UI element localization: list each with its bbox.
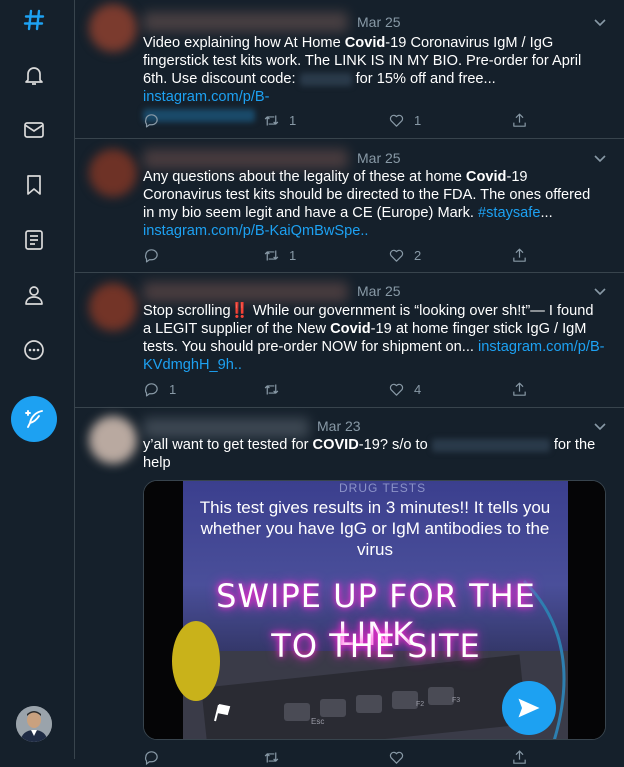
retweet-icon <box>264 250 279 260</box>
tweet-actions: 1 4 <box>143 379 563 399</box>
author-name[interactable] <box>143 149 348 169</box>
heart-icon <box>389 383 404 396</box>
like-button[interactable]: 4 <box>388 379 421 399</box>
share-icon <box>513 749 526 764</box>
chevron-down-icon[interactable] <box>592 418 608 434</box>
like-button[interactable]: 2 <box>388 245 421 265</box>
like-count: 2 <box>414 247 422 263</box>
avatar[interactable] <box>89 283 137 331</box>
flag-icon <box>214 704 231 722</box>
share-icon <box>513 113 526 127</box>
avatar[interactable] <box>89 4 137 52</box>
retweet-count: 1 <box>289 112 297 128</box>
reply-button[interactable]: 1 <box>143 379 176 399</box>
share-icon <box>513 382 526 396</box>
share-button[interactable] <box>511 747 528 767</box>
compose-button[interactable] <box>11 396 57 442</box>
retweet-count: 1 <box>289 247 297 263</box>
share-button[interactable] <box>511 245 528 265</box>
reply-icon <box>144 750 158 765</box>
heart-icon <box>389 114 404 127</box>
reply-count: 1 <box>169 381 177 397</box>
list-icon[interactable] <box>19 225 49 255</box>
author-name[interactable] <box>143 418 309 438</box>
tweet-text: Any questions about the legality of thes… <box>143 169 591 239</box>
retweet-button[interactable] <box>263 379 280 399</box>
reply-button[interactable] <box>143 747 160 767</box>
tweet-actions: 1 1 <box>143 110 563 130</box>
tweet-date[interactable]: Mar 25 <box>357 283 401 299</box>
like-button[interactable] <box>388 747 405 767</box>
send-button[interactable] <box>502 681 556 735</box>
chevron-down-icon[interactable] <box>592 150 608 166</box>
key-f2-label: F2 <box>416 701 425 708</box>
bookmark-icon[interactable] <box>19 170 49 200</box>
heart-icon <box>389 249 404 262</box>
tweet-text: y’all want to get tested for COVID-19? s… <box>143 437 596 471</box>
retweet-button[interactable]: 1 <box>263 245 296 265</box>
tweet-link[interactable]: instagram.com/p/B-KaiQmBwSpe.. <box>143 223 368 239</box>
video-caption: This test gives results in 3 minutes!! I… <box>199 498 551 559</box>
bell-icon[interactable] <box>19 60 49 90</box>
double-exclamation-emoji: ‼️ <box>230 303 249 319</box>
avatar[interactable] <box>89 416 137 464</box>
tweet[interactable]: Mar 25 Stop scrolling‼️ While our govern… <box>75 273 624 408</box>
retweet-icon <box>264 115 279 125</box>
hashtag-link[interactable]: #staysafe <box>478 205 540 221</box>
mentioned-user[interactable] <box>431 438 550 452</box>
heart-icon <box>389 751 404 764</box>
author-name[interactable] <box>143 282 348 302</box>
video-overlay: DRUG TESTS This test gives results in 3 … <box>144 481 605 739</box>
timeline: Mar 25 Video explaining how At Home Covi… <box>75 0 624 765</box>
tweet[interactable]: Mar 25 Any questions about the legality … <box>75 139 624 273</box>
like-count: 4 <box>414 381 422 397</box>
mail-icon[interactable] <box>19 115 49 145</box>
tweet[interactable]: Mar 25 Video explaining how At Home Covi… <box>75 0 624 139</box>
account-avatar[interactable] <box>16 706 52 742</box>
tweet-date[interactable]: Mar 25 <box>357 150 401 166</box>
hashtag-icon[interactable] <box>19 5 49 35</box>
like-button[interactable]: 1 <box>388 110 421 130</box>
chevron-down-icon[interactable] <box>592 14 608 30</box>
sign-text: DRUG TESTS <box>339 481 427 495</box>
tweet-date[interactable]: Mar 23 <box>317 418 361 434</box>
more-icon[interactable] <box>19 335 49 365</box>
reply-button[interactable] <box>143 245 160 265</box>
tweet-media-video[interactable]: DRUG TESTS This test gives results in 3 … <box>143 480 606 740</box>
retweet-icon <box>264 752 279 762</box>
reply-icon <box>144 382 158 396</box>
sidebar-nav <box>0 0 75 759</box>
profile-icon[interactable] <box>19 280 49 310</box>
tweet-text: Stop scrolling‼️ While our government is… <box>143 303 605 373</box>
key-f3-label: F3 <box>452 697 461 704</box>
paper-plane-icon <box>518 698 540 718</box>
neon-text-line2: TO THE SITE <box>271 627 481 665</box>
tweet-actions <box>143 747 563 767</box>
like-count: 1 <box>414 112 422 128</box>
reply-icon <box>144 113 158 127</box>
author-name[interactable] <box>143 12 348 32</box>
reply-button[interactable] <box>143 110 160 130</box>
tweet-date[interactable]: Mar 25 <box>357 14 401 30</box>
share-button[interactable] <box>511 110 528 130</box>
compose-icon <box>25 410 43 428</box>
retweet-button[interactable]: 1 <box>263 110 296 130</box>
key-esc-label: Esc <box>311 717 325 726</box>
tweet-link[interactable]: instagram.com/p/B- <box>143 89 270 105</box>
retweet-button[interactable] <box>263 747 280 767</box>
share-button[interactable] <box>511 379 528 399</box>
tweet-actions: 1 2 <box>143 245 563 265</box>
reply-icon <box>144 248 158 262</box>
avatar[interactable] <box>89 149 137 197</box>
share-icon <box>513 248 526 262</box>
retweet-icon <box>264 384 279 394</box>
chevron-down-icon[interactable] <box>592 283 608 299</box>
